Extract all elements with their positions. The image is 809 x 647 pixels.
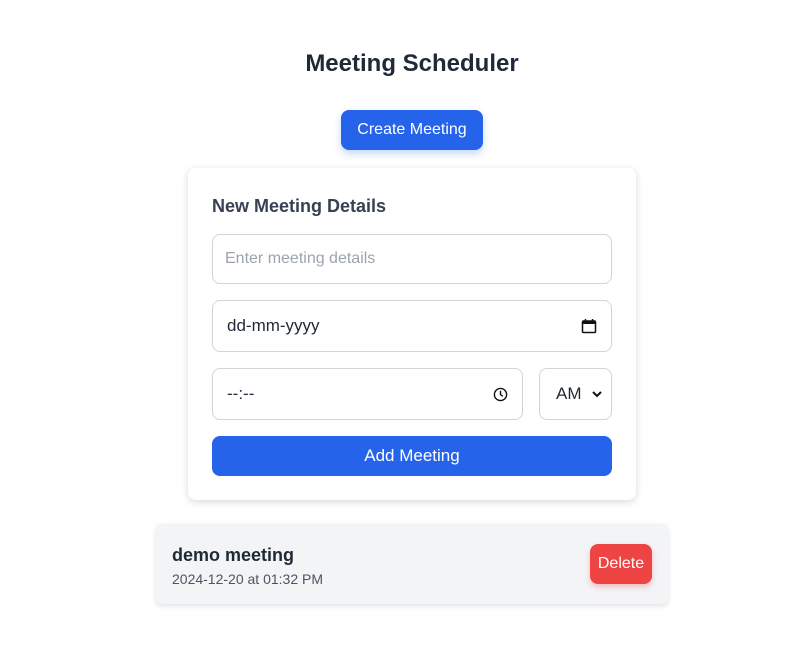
meeting-scheduler-page: Meeting Scheduler Create Meeting New Mee… bbox=[0, 0, 809, 647]
create-meeting-button[interactable]: Create Meeting bbox=[341, 110, 483, 150]
ampm-select[interactable]: AM bbox=[539, 368, 612, 420]
meeting-datetime: 2024-12-20 at 01:32 PM bbox=[172, 571, 323, 587]
calendar-icon[interactable] bbox=[581, 318, 597, 334]
delete-meeting-button[interactable]: Delete bbox=[590, 544, 652, 584]
clock-icon[interactable] bbox=[493, 387, 508, 402]
meeting-details-input[interactable] bbox=[213, 235, 611, 283]
meeting-time-field[interactable]: --:-- bbox=[212, 368, 523, 420]
meeting-list-item: demo meeting 2024-12-20 at 01:32 PM Dele… bbox=[156, 524, 668, 604]
time-input-value: --:-- bbox=[227, 384, 255, 403]
meeting-name: demo meeting bbox=[172, 545, 295, 565]
form-title: New Meeting Details bbox=[212, 196, 387, 216]
date-input-value: dd-mm-yyyy bbox=[227, 316, 320, 335]
chevron-down-icon bbox=[591, 388, 603, 400]
meeting-details-field[interactable] bbox=[212, 234, 612, 284]
ampm-selected-value: AM bbox=[556, 384, 582, 403]
meeting-date-field[interactable]: dd-mm-yyyy bbox=[212, 300, 612, 352]
add-meeting-button[interactable]: Add Meeting bbox=[212, 436, 612, 476]
new-meeting-form: New Meeting Details dd-mm-yyyy --:-- bbox=[188, 168, 636, 500]
page-title: Meeting Scheduler bbox=[305, 50, 519, 77]
